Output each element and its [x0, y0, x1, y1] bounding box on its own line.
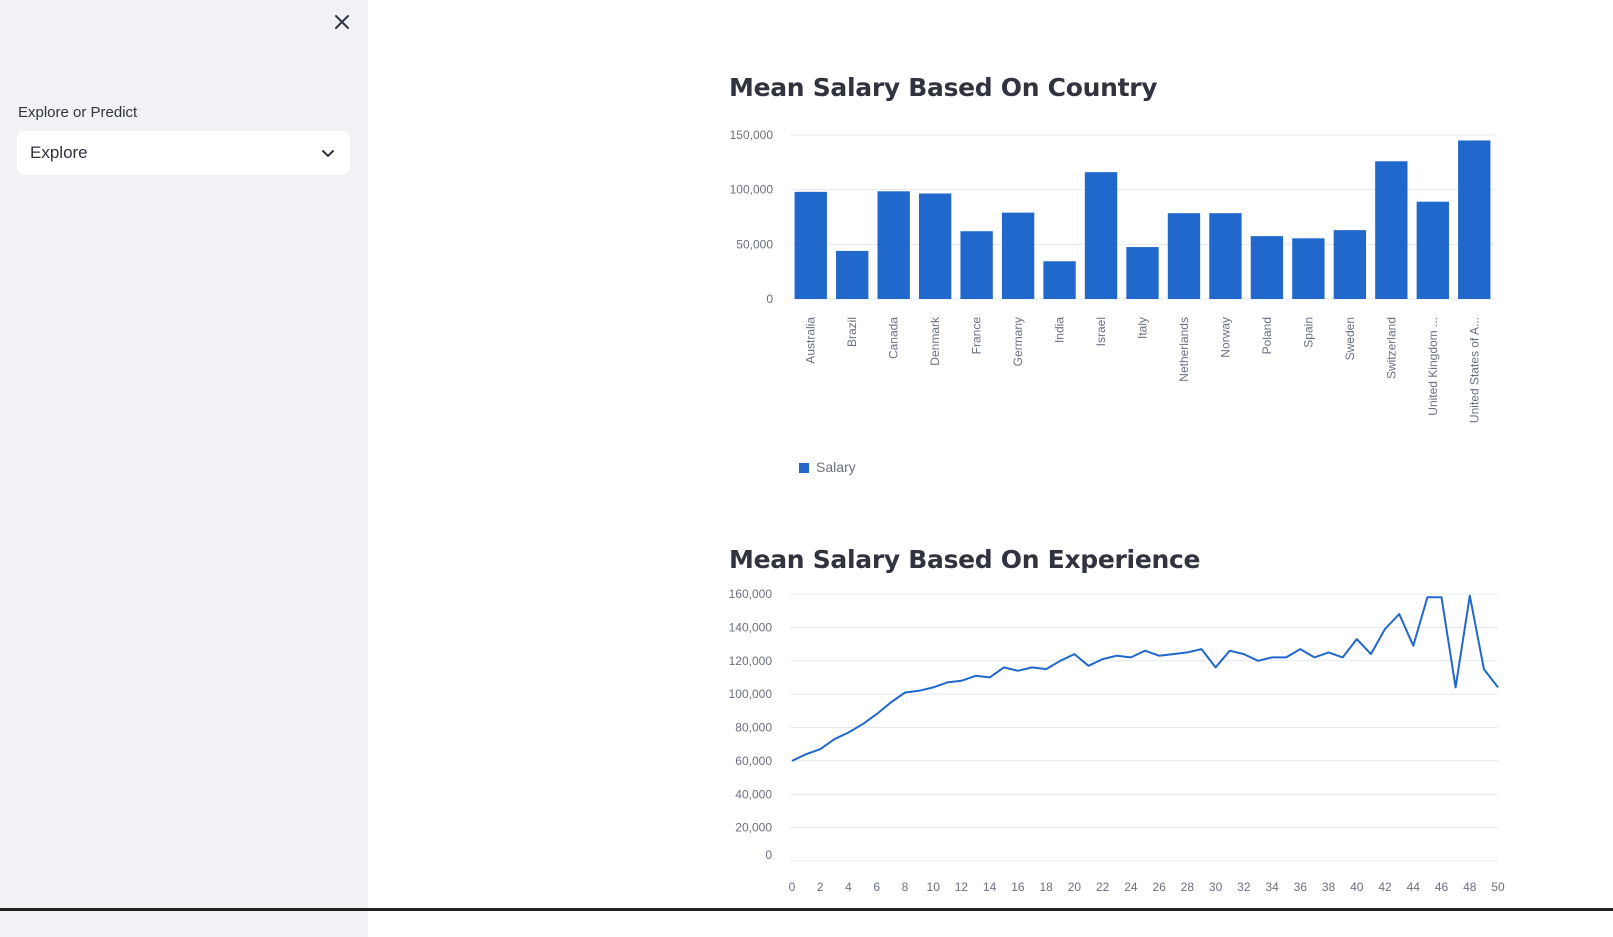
x-tick-label: Poland — [1260, 317, 1274, 354]
x-tick-label: Sweden — [1343, 317, 1357, 360]
bar — [1126, 247, 1159, 299]
chevron-down-icon — [322, 150, 334, 157]
y-tick-label: 100,000 — [730, 183, 774, 197]
x-tick-label: 12 — [955, 880, 969, 894]
x-tick-label: Spain — [1301, 317, 1315, 348]
bar — [1209, 213, 1242, 299]
x-tick-label: 26 — [1152, 880, 1166, 894]
bar — [1333, 230, 1367, 299]
salary-line — [791, 594, 1499, 762]
x-tick-label: 8 — [902, 880, 909, 894]
x-tick-label: 38 — [1322, 880, 1336, 894]
bar — [1250, 236, 1284, 299]
y-tick-label: 120,000 — [729, 654, 773, 668]
bar — [1167, 213, 1201, 299]
x-tick-label: India — [1053, 317, 1067, 343]
x-tick-label: Germany — [1011, 317, 1025, 366]
x-tick-label: 18 — [1039, 880, 1053, 894]
y-tick-label: 40,000 — [735, 787, 772, 801]
x-tick-label: Switzerland — [1384, 317, 1398, 379]
x-tick-label: 40 — [1350, 880, 1364, 894]
x-tick-label: Brazil — [845, 317, 859, 347]
legend-label: Salary — [816, 459, 856, 475]
x-tick-label: Norway — [1218, 317, 1232, 358]
x-tick-label: 2 — [817, 880, 824, 894]
x-tick-label: 14 — [983, 880, 997, 894]
bottom-divider — [0, 908, 1613, 911]
x-tick-label: 16 — [1011, 880, 1025, 894]
sidebar: Explore or Predict Explore — [0, 0, 368, 937]
x-tick-label: 28 — [1181, 880, 1195, 894]
x-tick-label: 48 — [1463, 880, 1477, 894]
y-tick-label: 100,000 — [729, 687, 773, 701]
experience-salary-line-chart: 0 20,000 40,000 60,000 80,000 100,000 120,000 1… — [729, 587, 1505, 894]
x-tick-label: 24 — [1124, 880, 1138, 894]
x-tick-label: Australia — [804, 317, 818, 364]
x-tick-label: Israel — [1094, 317, 1108, 346]
x-tick-label: 44 — [1407, 880, 1421, 894]
experience-chart-title: Mean Salary Based On Experience — [729, 545, 1201, 574]
x-tick-label: 34 — [1265, 880, 1279, 894]
x-tick-label: 22 — [1096, 880, 1110, 894]
y-tick-label: 50,000 — [736, 237, 773, 251]
x-tick-label: 0 — [789, 880, 796, 894]
bar — [1375, 161, 1408, 299]
bar — [1458, 140, 1491, 299]
x-tick-label: United Kingdom ... — [1426, 317, 1440, 416]
x-tick-label: Canada — [887, 317, 901, 359]
x-tick-label: France — [970, 317, 984, 355]
x-tick-label: 10 — [927, 880, 941, 894]
legend-swatch — [799, 463, 809, 473]
x-tick-label: 30 — [1209, 880, 1223, 894]
x-tick-label: Netherlands — [1177, 317, 1191, 382]
bar — [1084, 172, 1118, 299]
select-value: Explore — [30, 143, 88, 162]
x-tick-label: Italy — [1136, 317, 1150, 339]
country-salary-bar-chart: 0 50,000 100,000 150,000 Australia Brazil Cana… — [730, 128, 1495, 475]
y-tick-label: 80,000 — [735, 721, 772, 735]
bar — [1001, 212, 1035, 299]
x-tick-label: 32 — [1237, 880, 1251, 894]
x-tick-label: 6 — [873, 880, 880, 894]
y-tick-label: 60,000 — [735, 754, 772, 768]
close-icon — [335, 15, 349, 29]
bar — [1416, 201, 1449, 299]
x-tick-label: 50 — [1491, 880, 1505, 894]
bar — [836, 250, 869, 299]
close-sidebar-button[interactable] — [330, 10, 354, 34]
bar — [960, 231, 993, 299]
bar — [1292, 238, 1325, 299]
y-tick-label: 150,000 — [730, 128, 774, 142]
explore-predict-select[interactable]: Explore — [17, 131, 350, 175]
x-tick-label: 36 — [1294, 880, 1308, 894]
bar — [877, 191, 910, 299]
x-tick-label: United States of A... — [1467, 317, 1481, 423]
x-tick-label: 46 — [1435, 880, 1449, 894]
y-tick-label: 140,000 — [729, 620, 773, 634]
x-tick-label: Denmark — [928, 316, 942, 366]
x-tick-label: 4 — [845, 880, 852, 894]
x-tick-label: 20 — [1068, 880, 1082, 894]
country-chart-title: Mean Salary Based On Country — [729, 73, 1158, 102]
y-tick-label: 0 — [766, 292, 773, 306]
bar — [918, 193, 952, 299]
y-tick-label: 20,000 — [735, 821, 772, 835]
y-tick-label: 160,000 — [729, 587, 773, 601]
bar — [794, 191, 827, 299]
y-tick-label: 0 — [765, 848, 772, 862]
select-label: Explore or Predict — [18, 104, 138, 121]
x-tick-label: 42 — [1378, 880, 1392, 894]
bar — [1043, 261, 1076, 299]
